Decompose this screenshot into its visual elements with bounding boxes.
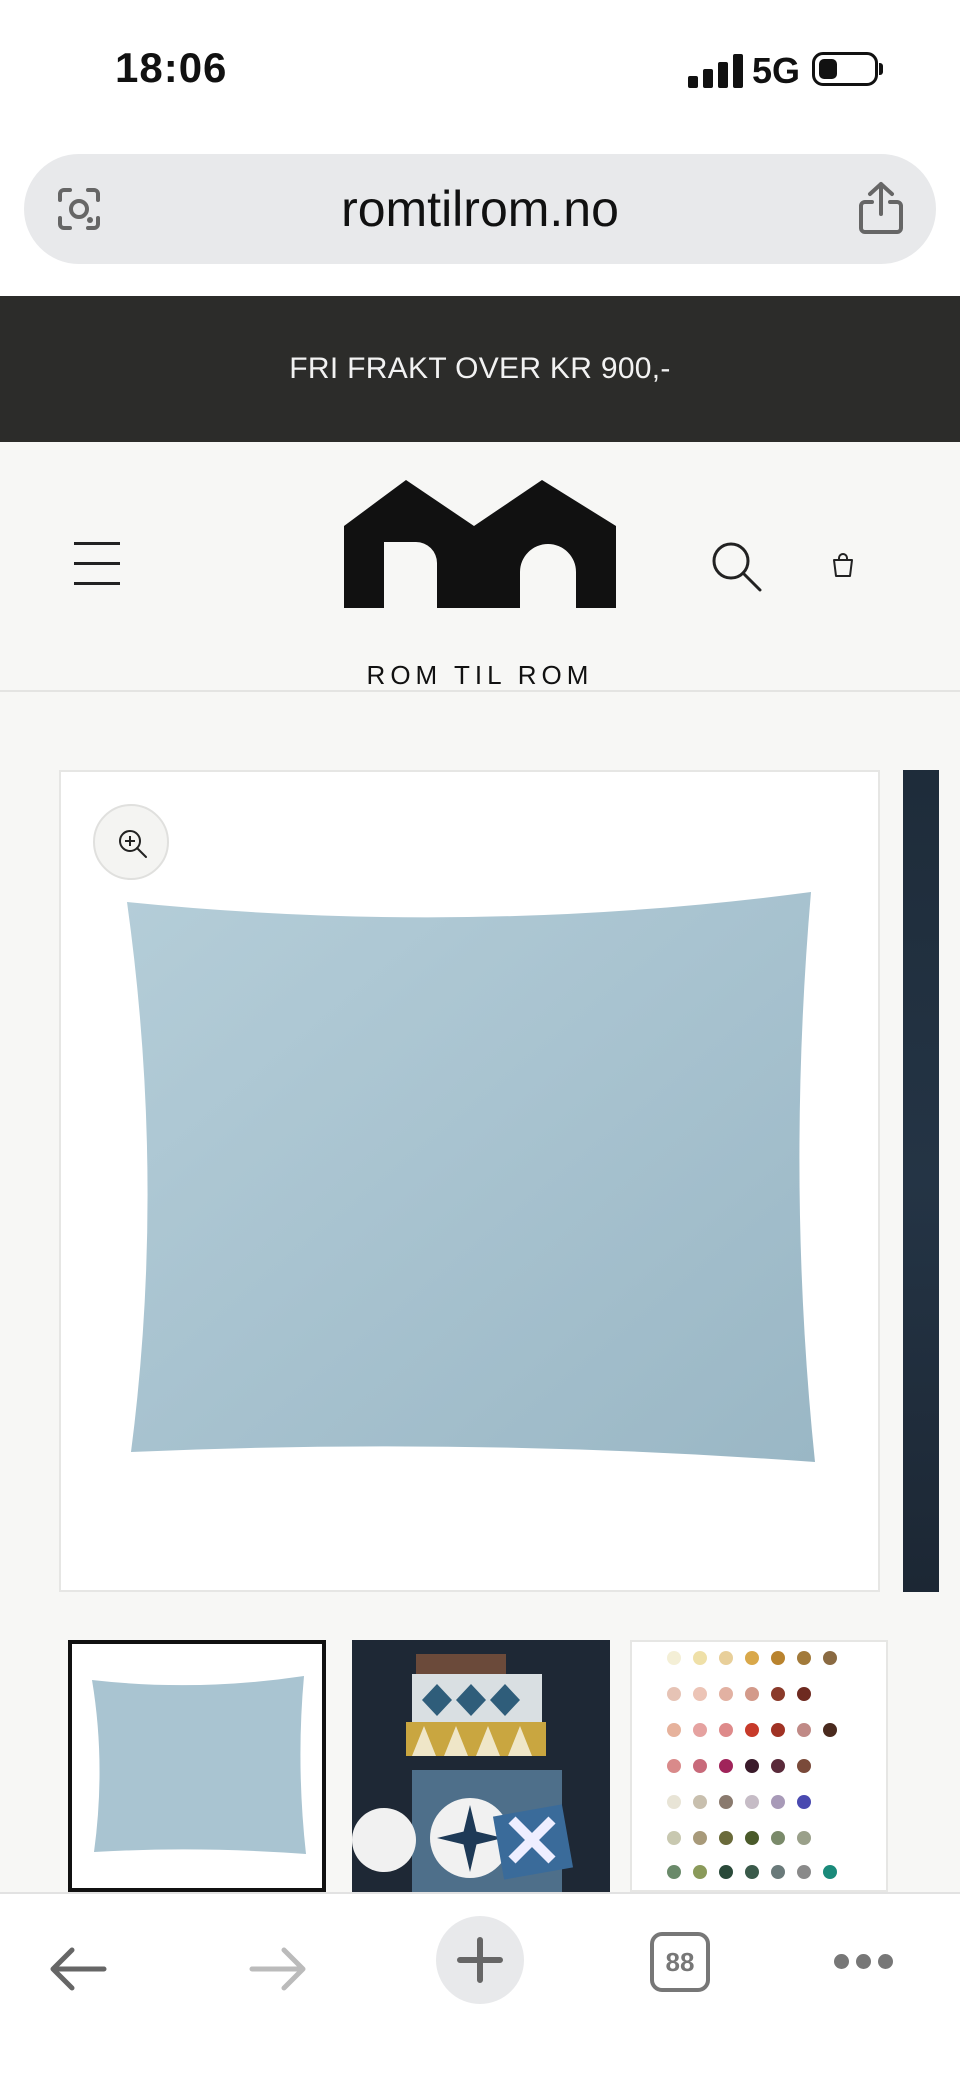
thumbnail-cushion-stack[interactable] — [352, 1640, 610, 1892]
thumbnail-color-swatches[interactable] — [630, 1640, 888, 1892]
new-tab-button[interactable] — [436, 1916, 524, 2004]
product-gallery — [0, 692, 960, 1892]
more-options-icon[interactable] — [834, 1954, 894, 1970]
browser-toolbar: 88 — [0, 1892, 960, 2081]
url-text[interactable]: romtilrom.no — [24, 180, 936, 238]
page: 18:06 5G romtilrom.no FRI FRAKT OVER KR … — [0, 0, 960, 2081]
status-bar: 18:06 5G — [0, 0, 960, 140]
back-arrow-icon[interactable] — [48, 1944, 108, 1994]
site-logo[interactable]: ROM TIL ROM — [344, 480, 616, 690]
cart-icon[interactable] — [830, 552, 856, 578]
battery-icon — [812, 52, 878, 86]
thumbnail-strip — [68, 1640, 918, 1892]
cellular-signal-icon — [688, 52, 744, 88]
network-type: 5G — [752, 50, 801, 91]
search-icon[interactable] — [710, 540, 762, 592]
logo-houses-icon — [344, 480, 616, 608]
hamburger-menu-icon[interactable] — [74, 542, 120, 586]
zoom-button[interactable] — [93, 804, 169, 880]
status-time: 18:06 — [115, 44, 228, 91]
logo-text: ROM TIL ROM — [366, 660, 594, 690]
next-slide-peek[interactable] — [903, 770, 939, 1592]
forward-arrow-icon[interactable] — [248, 1944, 308, 1994]
product-main-image[interactable] — [59, 770, 880, 1592]
share-icon[interactable] — [856, 180, 906, 236]
plus-icon — [457, 1937, 503, 1983]
pillow-image — [127, 892, 815, 1462]
thumbnail-light-blue-cushion[interactable] — [68, 1640, 326, 1892]
battery-cap — [879, 63, 883, 75]
site-header: ROM TIL ROM — [0, 442, 960, 692]
zoom-in-icon — [119, 830, 147, 858]
address-bar[interactable]: romtilrom.no — [24, 154, 936, 264]
announcement-bar: FRI FRAKT OVER KR 900,- — [0, 296, 960, 442]
tab-switcher-button[interactable]: 88 — [650, 1932, 710, 1992]
